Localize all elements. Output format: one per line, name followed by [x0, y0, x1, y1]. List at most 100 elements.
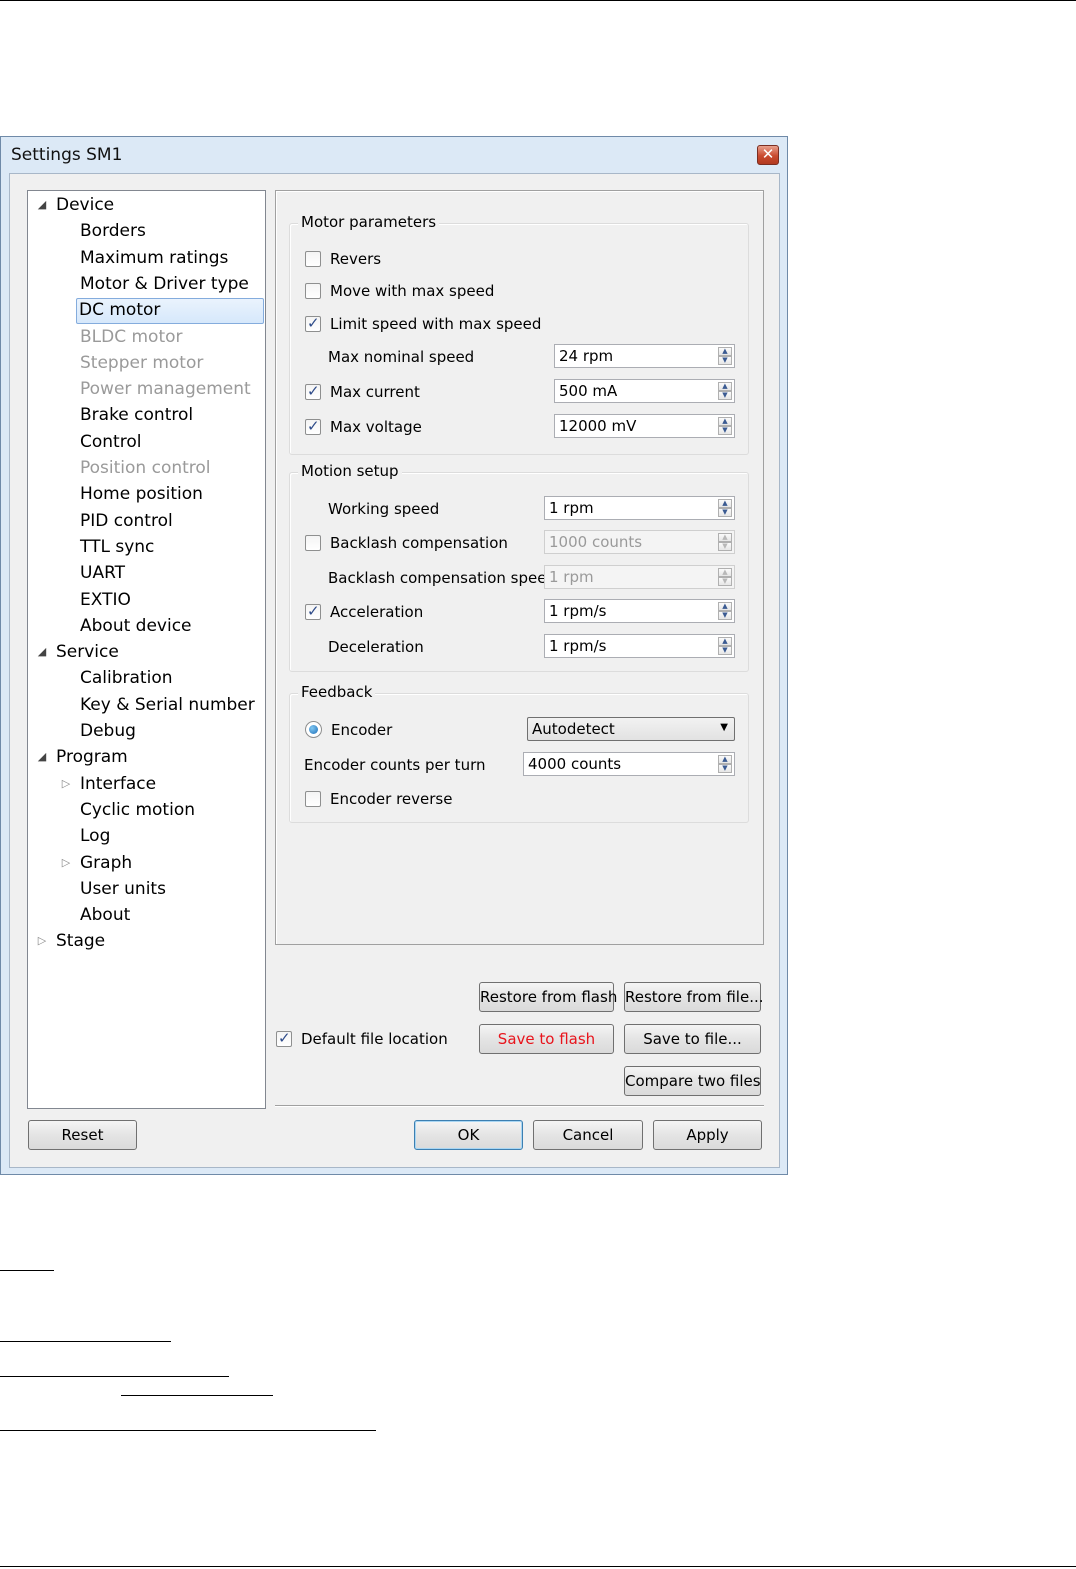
- spin-down-icon[interactable]: ▼: [718, 356, 732, 365]
- spin-up-icon[interactable]: ▲: [718, 417, 732, 426]
- spin-up-icon[interactable]: ▲: [718, 347, 732, 356]
- encoder-counts-spinbox[interactable]: 4000 counts ▲ ▼: [523, 752, 735, 776]
- check-icon: ✓: [307, 417, 320, 435]
- tree-expanded-icon[interactable]: ◢: [36, 745, 48, 769]
- max-current-spinbox[interactable]: 500 mA ▲ ▼: [554, 379, 735, 403]
- tree-item[interactable]: Graph: [80, 851, 132, 875]
- tree-collapsed-icon[interactable]: ▷: [60, 772, 72, 796]
- reset-button[interactable]: Reset: [28, 1120, 137, 1150]
- tree-item[interactable]: About: [80, 903, 130, 927]
- spinbox-value: 1 rpm/s: [549, 602, 607, 620]
- acceleration-spinbox[interactable]: 1 rpm/s ▲ ▼: [544, 599, 735, 623]
- tree-item[interactable]: Calibration: [80, 666, 173, 690]
- tree-item[interactable]: Position control: [80, 456, 211, 480]
- save-to-flash-button[interactable]: Save to flash: [479, 1024, 614, 1054]
- spin-down-icon[interactable]: ▼: [718, 646, 732, 655]
- spin-down-icon[interactable]: ▼: [718, 542, 732, 551]
- tree-item[interactable]: Debug: [80, 719, 136, 743]
- tree-item[interactable]: Motor & Driver type: [80, 272, 249, 296]
- working-speed-label: Working speed: [328, 500, 440, 518]
- limit-speed-checkbox[interactable]: ✓: [305, 314, 321, 332]
- tree-item[interactable]: Key & Serial number: [80, 693, 255, 717]
- tree-item[interactable]: Interface: [80, 772, 156, 796]
- tree-item[interactable]: Stepper motor: [80, 351, 203, 375]
- max-voltage-checkbox[interactable]: ✓: [305, 417, 321, 435]
- spin-down-icon[interactable]: ▼: [718, 508, 732, 517]
- tree-item[interactable]: EXTIO: [80, 588, 131, 612]
- spin-up-icon[interactable]: ▲: [718, 499, 732, 508]
- spinbox-value: 12000 mV: [559, 417, 637, 435]
- spinbox-value: 1 rpm: [549, 568, 594, 586]
- apply-button[interactable]: Apply: [653, 1120, 762, 1150]
- backlash-compensation-spinbox[interactable]: 1000 counts ▲ ▼: [544, 530, 735, 554]
- encoder-radio[interactable]: [305, 721, 322, 738]
- cancel-button[interactable]: Cancel: [533, 1120, 643, 1150]
- tree-item[interactable]: Brake control: [80, 403, 193, 427]
- spin-up-icon[interactable]: ▲: [718, 637, 732, 646]
- encoder-reverse-label: Encoder reverse: [330, 790, 453, 808]
- working-speed-spinbox[interactable]: 1 rpm ▲ ▼: [544, 496, 735, 520]
- spin-up-icon[interactable]: ▲: [718, 755, 732, 764]
- tree-item[interactable]: PID control: [80, 509, 173, 533]
- max-voltage-spinbox[interactable]: 12000 mV ▲ ▼: [554, 414, 735, 438]
- tree-expanded-icon[interactable]: ◢: [36, 640, 48, 664]
- tree-item[interactable]: TTL sync: [80, 535, 154, 559]
- max-nominal-speed-spinbox[interactable]: 24 rpm ▲ ▼: [554, 344, 735, 368]
- deceleration-spinbox[interactable]: 1 rpm/s ▲ ▼: [544, 634, 735, 658]
- encoder-type-dropdown[interactable]: Autodetect ▼: [527, 717, 735, 741]
- compare-two-files-button[interactable]: Compare two files: [624, 1066, 761, 1096]
- spin-down-icon[interactable]: ▼: [718, 426, 732, 435]
- max-current-checkbox[interactable]: ✓: [305, 382, 321, 400]
- move-max-speed-checkbox[interactable]: [305, 283, 321, 299]
- spin-up-icon[interactable]: ▲: [718, 602, 732, 611]
- max-voltage-label: Max voltage: [330, 418, 422, 436]
- tree-item[interactable]: Borders: [80, 219, 146, 243]
- tree-item[interactable]: BLDC motor: [80, 325, 183, 349]
- tree-collapsed-icon[interactable]: ▷: [36, 929, 48, 953]
- tree-item[interactable]: Device: [56, 193, 114, 217]
- tree-item[interactable]: Cyclic motion: [80, 798, 195, 822]
- tree-item[interactable]: Control: [80, 430, 141, 454]
- encoder-reverse-checkbox[interactable]: [305, 791, 321, 807]
- tree-collapsed-icon[interactable]: ▷: [60, 851, 72, 875]
- spin-up-icon[interactable]: ▲: [718, 568, 732, 577]
- backlash-compensation-speed-spinbox[interactable]: 1 rpm ▲ ▼: [544, 565, 735, 589]
- tree-item[interactable]: User units: [80, 877, 166, 901]
- tree-item[interactable]: UART: [80, 561, 125, 585]
- max-nominal-speed-label: Max nominal speed: [328, 348, 475, 366]
- tree-expanded-icon[interactable]: ◢: [36, 193, 48, 217]
- spinbox-value: 4000 counts: [528, 755, 622, 773]
- spin-down-icon[interactable]: ▼: [718, 391, 732, 400]
- default-file-location-checkbox[interactable]: ✓: [276, 1029, 292, 1047]
- doc-link-underline: [0, 1376, 229, 1377]
- tree-item[interactable]: Power management: [80, 377, 251, 401]
- title-bar[interactable]: Settings SM1 ✕: [1, 137, 787, 173]
- spin-up-icon[interactable]: ▲: [718, 382, 732, 391]
- doc-link-underline: [0, 1270, 54, 1271]
- settings-window: Settings SM1 ✕ ◢ Device Borders Maximum rat…: [0, 136, 788, 1175]
- revers-checkbox[interactable]: [305, 251, 321, 267]
- deceleration-label: Deceleration: [328, 638, 424, 656]
- save-to-file-button[interactable]: Save to file...: [624, 1024, 761, 1054]
- tree-item[interactable]: About device: [80, 614, 192, 638]
- close-button[interactable]: ✕: [757, 145, 779, 165]
- ok-button[interactable]: OK: [414, 1120, 523, 1150]
- settings-tree[interactable]: ◢ Device Borders Maximum ratings Motor & Dri…: [27, 190, 266, 1109]
- restore-from-flash-button[interactable]: Restore from flash: [479, 982, 617, 1012]
- spin-up-icon[interactable]: ▲: [718, 533, 732, 542]
- tree-item[interactable]: Maximum ratings: [80, 246, 228, 270]
- tree-item[interactable]: Service: [56, 640, 119, 664]
- restore-from-file-button[interactable]: Restore from file...: [624, 982, 764, 1012]
- spin-down-icon[interactable]: ▼: [718, 764, 732, 773]
- tree-item[interactable]: Stage: [56, 929, 105, 953]
- backlash-compensation-checkbox[interactable]: [305, 535, 321, 551]
- tree-item[interactable]: Log: [80, 824, 110, 848]
- tree-item[interactable]: Program: [56, 745, 128, 769]
- tree-item[interactable]: DC motor: [76, 298, 264, 325]
- tree-item[interactable]: Home position: [80, 482, 203, 506]
- spin-down-icon[interactable]: ▼: [718, 611, 732, 620]
- acceleration-label: Acceleration: [330, 603, 424, 621]
- acceleration-checkbox[interactable]: ✓: [305, 602, 321, 620]
- limit-speed-label: Limit speed with max speed: [330, 315, 542, 333]
- spin-down-icon[interactable]: ▼: [718, 577, 732, 586]
